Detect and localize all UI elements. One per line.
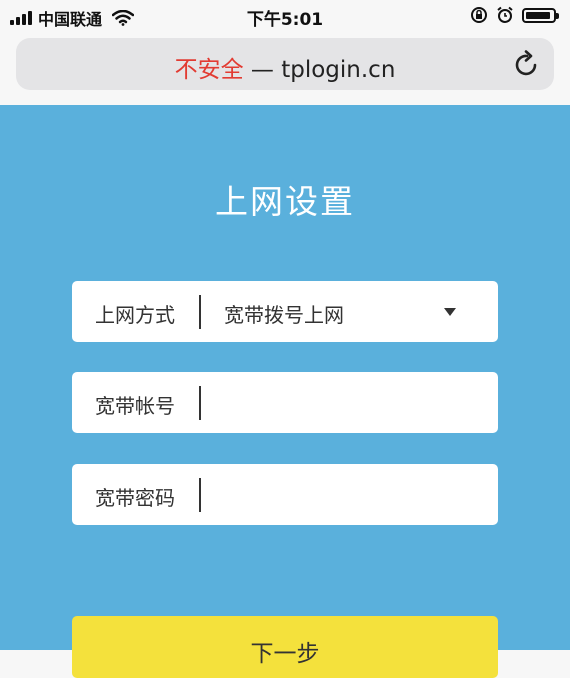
address-bar[interactable]: 不安全 — tplogin.cn	[16, 38, 554, 90]
security-warning: 不安全	[174, 57, 244, 83]
broadband-account-field[interactable]: 宽带帐号	[72, 372, 498, 433]
status-right	[470, 6, 559, 24]
broadband-password-label: 宽带密码	[95, 486, 175, 510]
url-separator: —	[250, 57, 274, 83]
page-title: 上网设置	[215, 182, 355, 221]
input-cursor	[199, 478, 201, 512]
rotation-lock-icon	[471, 7, 487, 23]
url-domain: tplogin.cn	[281, 57, 396, 83]
field-divider	[199, 295, 201, 329]
reload-icon[interactable]	[514, 50, 540, 78]
dropdown-caret-icon[interactable]	[444, 308, 456, 316]
broadband-account-label: 宽带帐号	[95, 394, 175, 418]
broadband-password-field[interactable]: 宽带密码	[72, 464, 498, 525]
next-button-label: 下一步	[250, 641, 320, 667]
input-cursor	[199, 386, 201, 420]
connection-mode-label: 上网方式	[95, 303, 175, 327]
alarm-icon	[497, 6, 513, 23]
url-display[interactable]: 不安全 — tplogin.cn	[16, 50, 554, 84]
next-button[interactable]: 下一步	[72, 616, 498, 678]
page-content: 上网设置 上网方式 宽带拨号上网 宽带帐号 宽带密码 下一步	[0, 105, 570, 678]
battery-icon	[522, 7, 559, 23]
connection-mode-value: 宽带拨号上网	[224, 303, 344, 327]
connection-mode-select[interactable]: 上网方式 宽带拨号上网	[72, 281, 498, 342]
status-bar: 中国联通 下午5:01	[0, 0, 570, 34]
